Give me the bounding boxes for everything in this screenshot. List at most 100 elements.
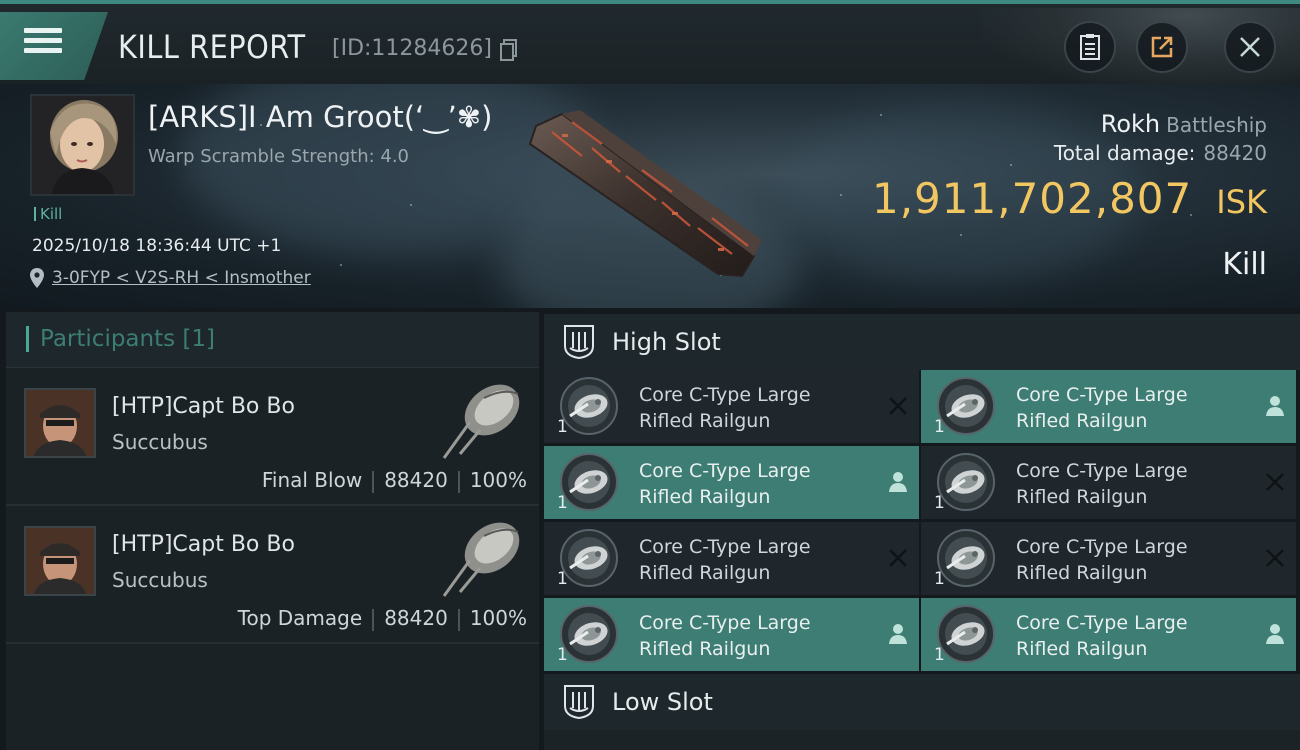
participant-ship: Succubus (112, 430, 208, 454)
participant-damage: 88420 (384, 606, 448, 630)
dropped-icon (889, 472, 907, 492)
participant-portrait[interactable] (24, 526, 96, 596)
low-slot-header: Low Slot (544, 674, 1300, 730)
module-name-line1: Core C-Type Large (1016, 384, 1188, 406)
module-name-line2: Rifled Railgun (639, 410, 771, 432)
participant-stats: Final Blow 88420 100% (262, 468, 527, 493)
ship-type: Rokh Battleship (1101, 110, 1267, 138)
module-name-line2: Rifled Railgun (1016, 410, 1148, 432)
module-name-line1: Core C-Type Large (639, 536, 811, 558)
module-item[interactable]: 1 Core C-Type Large Rifled Railgun (544, 370, 919, 443)
pilot-avatar-icon (26, 390, 94, 456)
pilot-avatar-icon (32, 96, 133, 194)
participant-role: Top Damage (237, 606, 363, 630)
page-title: KILL REPORT (118, 28, 306, 66)
total-damage: Total damage: 88420 (1054, 141, 1267, 165)
module-name: Core C-Type Large Rifled Railgun (639, 534, 879, 586)
kill-datetime: 2025/10/18 18:36:44 UTC +1 (32, 236, 282, 256)
kill-result: Kill (1222, 247, 1267, 282)
participant-ship: Succubus (112, 568, 208, 592)
module-item[interactable]: 1 Core C-Type Large Rifled Railgun (544, 522, 919, 595)
module-name-line2: Rifled Railgun (639, 638, 771, 660)
module-item[interactable]: 1 Core C-Type Large Rifled Railgun (921, 522, 1296, 595)
module-quantity: 1 (557, 569, 568, 589)
high-slot-icon (564, 325, 594, 360)
location-pin-icon (30, 268, 44, 288)
header-bar: KILL REPORT [ID:11284626] (0, 0, 1300, 88)
high-slot-title: High Slot (612, 328, 721, 356)
module-quantity: 1 (934, 493, 945, 513)
notes-button[interactable] (1064, 21, 1116, 73)
module-item[interactable]: 1 Core C-Type Large Rifled Railgun (544, 446, 919, 519)
victim-name[interactable]: [ARKS]I Am Groot(‘‿’✾) (148, 100, 492, 134)
pilot-avatar-icon (26, 528, 94, 594)
module-name-line1: Core C-Type Large (1016, 460, 1188, 482)
dropped-icon (1266, 396, 1284, 416)
kill-id: [ID:11284626] (332, 36, 492, 61)
location-link[interactable]: 3-0FYP < V2S-RH < Insmother (30, 268, 311, 288)
participant-stats: Top Damage 88420 100% (238, 606, 527, 631)
copy-icon[interactable] (500, 39, 518, 61)
module-name: Core C-Type Large Rifled Railgun (639, 458, 879, 510)
low-slot-title: Low Slot (612, 688, 713, 716)
module-name-line1: Core C-Type Large (1016, 612, 1188, 634)
ship-name: Rokh (1100, 110, 1161, 138)
participant-row[interactable]: [HTP]Capt Bo Bo Succubus Top Damage 88420… (6, 508, 539, 644)
participant-portrait[interactable] (24, 388, 96, 458)
module-name: Core C-Type Large Rifled Railgun (1016, 458, 1256, 510)
module-item[interactable]: 1 Core C-Type Large Rifled Railgun (921, 446, 1296, 519)
module-quantity: 1 (934, 645, 945, 665)
victim-portrait[interactable] (30, 94, 135, 196)
participants-header: Participants [1] (6, 312, 539, 368)
kill-tag: Kill (34, 207, 62, 222)
destroyed-icon (1266, 549, 1284, 567)
module-quantity: 1 (934, 417, 945, 437)
fitting-panel: High Slot 1 Core C-Type Large Rifled Railg… (544, 312, 1300, 750)
close-button[interactable] (1224, 21, 1276, 73)
module-item[interactable]: 1 Core C-Type Large Rifled Railgun (921, 370, 1296, 443)
participant-damage: 88420 (384, 468, 448, 492)
module-name-line2: Rifled Railgun (1016, 638, 1148, 660)
participant-name: [HTP]Capt Bo Bo (112, 394, 295, 419)
ship-class: Battleship (1166, 113, 1267, 137)
share-icon (1151, 36, 1173, 58)
participant-ship-icon (442, 384, 520, 459)
module-quantity: 1 (557, 645, 568, 665)
dropped-icon (1266, 624, 1284, 644)
module-item[interactable]: 1 Core C-Type Large Rifled Railgun (921, 598, 1296, 671)
participant-row[interactable]: [HTP]Capt Bo Bo Succubus Final Blow 88420… (6, 370, 539, 506)
module-name: Core C-Type Large Rifled Railgun (1016, 610, 1256, 662)
location-text: 3-0FYP < V2S-RH < Insmother (52, 268, 311, 288)
module-quantity: 1 (934, 569, 945, 589)
module-name-line2: Rifled Railgun (1016, 486, 1148, 508)
module-name-line1: Core C-Type Large (639, 612, 811, 634)
isk-value: 1,911,702,807 ISK (872, 174, 1267, 223)
header-accent-bar (26, 326, 29, 352)
total-damage-label: Total damage: (1053, 141, 1196, 165)
module-name-line1: Core C-Type Large (639, 460, 811, 482)
share-button[interactable] (1136, 21, 1188, 73)
participant-percent: 100% (469, 606, 527, 630)
total-damage-value: 88420 (1203, 141, 1267, 165)
module-quantity: 1 (557, 417, 568, 437)
close-icon (1240, 37, 1260, 57)
module-name: Core C-Type Large Rifled Railgun (639, 610, 879, 662)
module-name-line1: Core C-Type Large (639, 384, 811, 406)
low-slot-modules-peek (544, 730, 1300, 750)
module-quantity: 1 (557, 493, 568, 513)
low-slot-icon (564, 685, 594, 720)
menu-icon[interactable] (24, 24, 64, 64)
module-item[interactable]: 1 Core C-Type Large Rifled Railgun (544, 598, 919, 671)
module-name: Core C-Type Large Rifled Railgun (639, 382, 879, 434)
module-name: Core C-Type Large Rifled Railgun (1016, 534, 1256, 586)
participant-percent: 100% (469, 468, 527, 492)
ship-render (528, 110, 762, 278)
module-name: Core C-Type Large Rifled Railgun (1016, 382, 1256, 434)
participant-name: [HTP]Capt Bo Bo (112, 532, 295, 557)
module-name-line1: Core C-Type Large (1016, 536, 1188, 558)
destroyed-icon (889, 397, 907, 415)
isk-unit: ISK (1216, 183, 1267, 221)
destroyed-icon (889, 549, 907, 567)
participants-title: Participants [1] (40, 326, 215, 352)
warp-scramble-strength: Warp Scramble Strength: 4.0 (148, 146, 410, 167)
